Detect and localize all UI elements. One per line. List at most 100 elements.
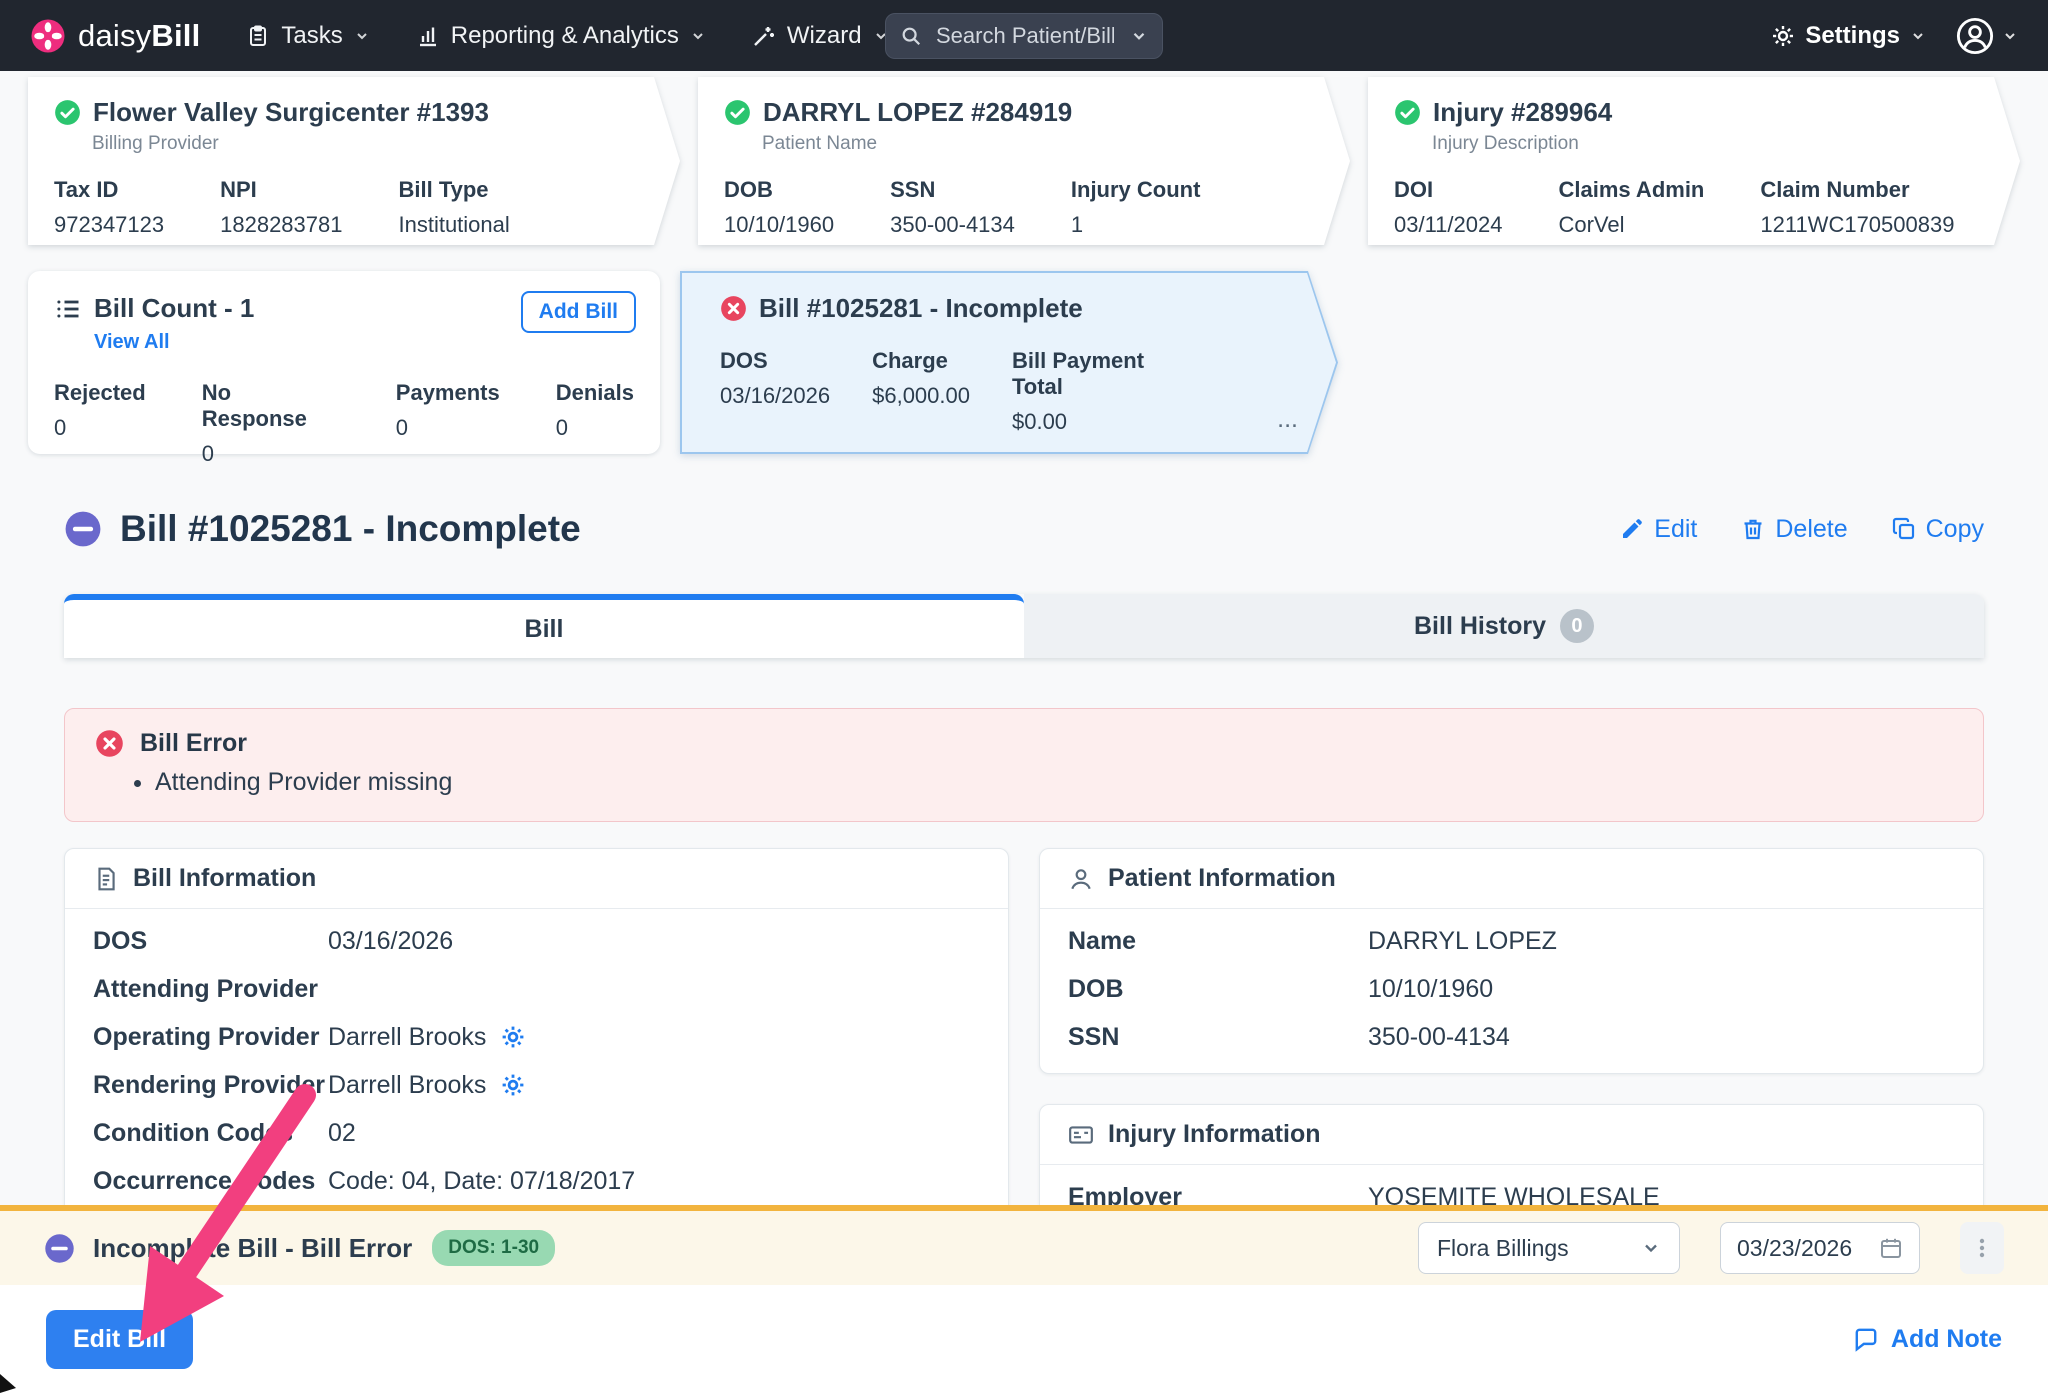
rendering-provider-gear-icon[interactable] xyxy=(500,1072,526,1098)
bills-row: Bill Count - 1 Add Bill View All Rejecte… xyxy=(0,245,2048,454)
trash-icon xyxy=(1741,517,1765,541)
user-avatar-icon xyxy=(1956,17,1994,55)
incomplete-status-icon xyxy=(64,510,102,548)
patient-information-card: Patient Information Name DARRYL LOPEZ DO… xyxy=(1039,848,1984,1074)
assignee-select[interactable]: Flora Billings xyxy=(1418,1222,1680,1274)
task-footer-bar: Edit Bill Add Note xyxy=(0,1285,2048,1393)
incomplete-status-icon xyxy=(44,1233,75,1264)
chat-bubble-icon xyxy=(1853,1326,1879,1352)
operating-provider-gear-icon[interactable] xyxy=(500,1024,526,1050)
search-input[interactable] xyxy=(934,22,1116,50)
bill-document-icon xyxy=(93,866,119,892)
billing-provider-subtitle: Billing Provider xyxy=(92,133,654,155)
chevron-down-icon xyxy=(690,28,706,44)
row-condition-codes: Condition Codes 02 xyxy=(93,1109,980,1157)
id-card-icon xyxy=(1068,1122,1094,1148)
chevron-down-icon xyxy=(1910,28,1926,44)
daisy-flower-icon xyxy=(30,18,66,54)
field-denials: Denials 0 xyxy=(556,380,634,467)
add-bill-button[interactable]: Add Bill xyxy=(521,291,636,333)
alert-title: Bill Error xyxy=(140,729,247,758)
check-circle-icon xyxy=(1394,99,1421,126)
tab-bar: Bill Bill History 0 xyxy=(64,594,1984,658)
bill-count-title: Bill Count - 1 xyxy=(94,293,254,324)
row-dos: DOS 03/16/2026 xyxy=(93,917,980,965)
field-npi: NPI 1828283781 xyxy=(220,177,342,238)
copy-icon xyxy=(1892,517,1916,541)
row-rendering-provider: Rendering Provider Darrell Brooks xyxy=(93,1061,980,1109)
nav-item-label: Wizard xyxy=(787,22,862,50)
field-no-response: No Response 0 xyxy=(202,380,340,467)
patient-person-icon xyxy=(1068,866,1094,892)
context-breadcrumb-row: Flower Valley Surgicenter #1393 Billing … xyxy=(0,71,2048,245)
kebab-menu-icon xyxy=(1970,1236,1994,1260)
gear-icon xyxy=(1771,24,1795,48)
row-occurrence-codes: Occurrence Codes Code: 04, Date: 07/18/2… xyxy=(93,1157,980,1205)
row-name: Name DARRYL LOPEZ xyxy=(1068,917,1955,965)
add-note-button[interactable]: Add Note xyxy=(1853,1325,2002,1354)
chevron-down-icon xyxy=(2002,28,2018,44)
task-action-bar: Incomplete Bill - Bill Error DOS: 1-30 F… xyxy=(0,1205,2048,1285)
row-attending-provider: Attending Provider xyxy=(93,965,980,1013)
bill-information-card: Bill Information DOS 03/16/2026 Attendin… xyxy=(64,848,1009,1218)
active-bill-title: Bill #1025281 - Incomplete xyxy=(759,293,1083,324)
due-date-input[interactable]: 03/23/2026 xyxy=(1720,1222,1920,1274)
copy-button[interactable]: Copy xyxy=(1892,515,1984,544)
view-all-link[interactable]: View All xyxy=(94,331,170,354)
bill-error-alert: Bill Error Attending Provider missing xyxy=(64,708,1984,822)
bill-information-title: Bill Information xyxy=(133,864,316,893)
billing-provider-title: Flower Valley Surgicenter #1393 xyxy=(93,97,489,128)
search-type-chevron-icon[interactable] xyxy=(1130,27,1148,45)
search-box[interactable] xyxy=(885,13,1163,59)
patient-card[interactable]: DARRYL LOPEZ #284919 Patient Name DOB 10… xyxy=(698,77,1350,245)
chevron-down-icon xyxy=(354,28,370,44)
row-ssn: SSN 350-00-4134 xyxy=(1068,1013,1955,1061)
check-circle-icon xyxy=(54,99,81,126)
patient-information-title: Patient Information xyxy=(1108,864,1336,893)
field-claim-number: Claim Number 1211WC170500839 xyxy=(1760,177,1954,238)
edit-bill-button[interactable]: Edit Bill xyxy=(46,1310,193,1369)
injury-subtitle: Injury Description xyxy=(1432,133,1994,155)
field-charge: Charge $6,000.00 xyxy=(872,348,970,435)
brand-logo[interactable]: daisyBill xyxy=(30,18,200,54)
field-doi: DOI 03/11/2024 xyxy=(1394,177,1502,238)
field-rejected: Rejected 0 xyxy=(54,380,146,467)
task-title: Incomplete Bill - Bill Error xyxy=(93,1233,412,1264)
calendar-icon xyxy=(1879,1236,1903,1260)
active-bill-card[interactable]: Bill #1025281 - Incomplete DOS 03/16/202… xyxy=(682,273,1336,452)
settings-menu[interactable]: Settings xyxy=(1771,22,1926,50)
bill-history-count-badge: 0 xyxy=(1560,609,1594,643)
row-operating-provider: Operating Provider Darrell Brooks xyxy=(93,1013,980,1061)
nav-item-reporting-analytics[interactable]: Reporting & Analytics xyxy=(416,22,706,50)
nav-item-wizard[interactable]: Wizard xyxy=(752,22,889,50)
pencil-icon xyxy=(1620,517,1644,541)
error-circle-icon xyxy=(95,729,124,758)
list-icon xyxy=(54,295,82,323)
field-claims-admin: Claims Admin CorVel xyxy=(1558,177,1704,238)
delete-button[interactable]: Delete xyxy=(1741,515,1847,544)
error-circle-icon xyxy=(720,295,747,322)
more-options-button[interactable] xyxy=(1960,1222,2004,1274)
reporting-icon xyxy=(416,24,440,48)
nav-item-tasks[interactable]: Tasks xyxy=(246,22,369,50)
injury-card[interactable]: Injury #289964 Injury Description DOI 03… xyxy=(1368,77,2020,245)
main-content: Bill #1025281 - Incomplete Edit Delete C… xyxy=(0,508,2048,1282)
field-payments: Payments 0 xyxy=(396,380,500,467)
field-tax-id: Tax ID 972347123 xyxy=(54,177,164,238)
bill-count-card: Bill Count - 1 Add Bill View All Rejecte… xyxy=(28,271,660,454)
injury-information-title: Injury Information xyxy=(1108,1120,1321,1149)
billing-provider-card[interactable]: Flower Valley Surgicenter #1393 Billing … xyxy=(28,77,680,245)
page-title: Bill #1025281 - Incomplete xyxy=(120,508,581,550)
nav-item-label: Reporting & Analytics xyxy=(451,22,679,50)
edit-button[interactable]: Edit xyxy=(1620,515,1697,544)
alert-item: Attending Provider missing xyxy=(155,768,1953,797)
injury-title: Injury #289964 xyxy=(1433,97,1612,128)
patient-title: DARRYL LOPEZ #284919 xyxy=(763,97,1072,128)
row-dob: DOB 10/10/1960 xyxy=(1068,965,1955,1013)
brand-name: daisyBill xyxy=(78,18,200,54)
tasks-icon xyxy=(246,24,270,48)
tab-bill[interactable]: Bill xyxy=(64,594,1024,658)
bill-card-more-ellipsis[interactable]: ... xyxy=(1277,405,1298,435)
user-account-menu[interactable] xyxy=(1956,17,2018,55)
tab-bill-history[interactable]: Bill History 0 xyxy=(1024,594,1984,658)
